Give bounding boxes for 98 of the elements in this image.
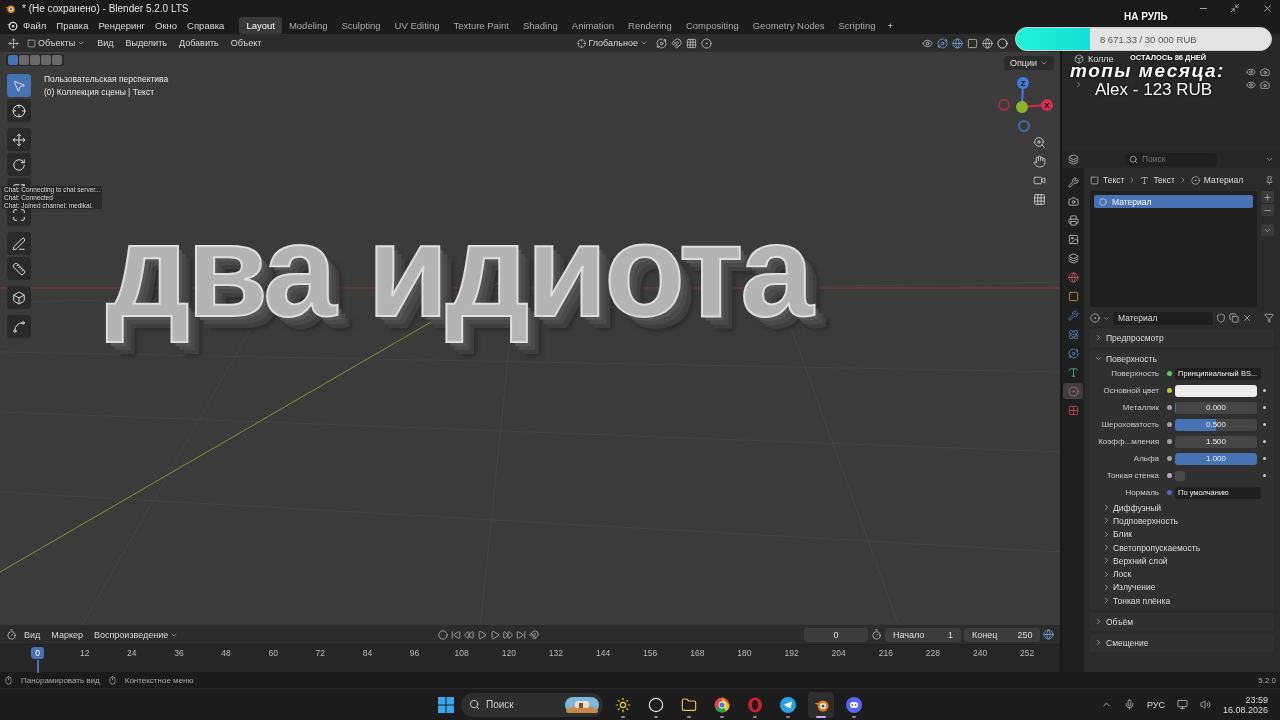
value-slider[interactable]: 1.000 <box>1175 452 1257 465</box>
panel-header[interactable]: Смещение <box>1090 636 1274 650</box>
panel-header[interactable]: Поверхность <box>1090 352 1274 365</box>
workspace-tab[interactable]: Modeling <box>281 16 335 34</box>
material-slot[interactable]: Материал <box>1094 195 1253 208</box>
options-dropdown[interactable]: Опции <box>1003 56 1054 70</box>
menu-item[interactable]: Вид <box>20 628 45 641</box>
breadcrumb-item: Материал <box>1203 175 1244 185</box>
subpanel-header[interactable]: Тонкая плёнка <box>1090 594 1274 608</box>
playhead[interactable]: 0 <box>31 647 44 659</box>
subpanel-header[interactable]: Блик <box>1090 527 1274 541</box>
workspace-tab[interactable]: Compositing <box>678 16 746 34</box>
frame-tick: 12 <box>78 647 91 660</box>
workspace-tab[interactable]: Rendering <box>621 16 679 34</box>
property-label: Шероховатость <box>1100 420 1160 429</box>
frame-tick: 216 <box>877 647 894 660</box>
property-label: Тонкая стенка <box>1105 471 1160 480</box>
workspace-tab[interactable]: Sculpting <box>334 16 388 34</box>
panel-header[interactable]: Объём <box>1090 615 1274 629</box>
workspace-tab[interactable]: Shading <box>515 16 565 34</box>
number-field[interactable]: 1.500 <box>1175 435 1257 448</box>
menu-item[interactable]: Добавить <box>174 37 223 49</box>
goal-title: НА РУЛЬ <box>1124 11 1168 22</box>
frame-tick: 132 <box>547 647 565 660</box>
frame-tick: 36 <box>173 647 185 660</box>
workspace-tab[interactable]: Scripting <box>831 16 883 34</box>
add-workspace-button[interactable]: + <box>882 17 899 33</box>
status-hint: Контекстное меню <box>124 675 194 685</box>
breadcrumb-item: Текст <box>1153 175 1175 185</box>
menu-item[interactable]: Рендеринг <box>93 17 151 33</box>
frame-tick: 192 <box>783 647 800 660</box>
playback-dropdown[interactable]: Воспроизведение <box>89 628 183 641</box>
extruded-3d-text: два идиота <box>105 202 814 346</box>
panel-header[interactable]: Предпросмотр <box>1090 331 1274 344</box>
frame-tick: 72 <box>314 647 327 660</box>
frame-tick: 84 <box>361 647 374 660</box>
material-name-field[interactable]: Материал <box>1113 311 1213 325</box>
status-hint: Панорамировать вид <box>21 675 100 685</box>
frame-tick: 252 <box>1019 647 1036 660</box>
frame-tick: 120 <box>500 647 517 660</box>
search-field[interactable]: Поиск <box>1125 152 1217 166</box>
frame-tick: 60 <box>267 647 279 660</box>
frame-tick: 48 <box>220 647 232 660</box>
menu-item[interactable]: Правка <box>51 17 94 33</box>
workspace-tab[interactable]: Texture Paint <box>446 16 516 34</box>
value-slider[interactable]: 0.500 <box>1175 418 1257 431</box>
menu-item[interactable]: Файл <box>18 17 52 33</box>
property-label: Основной цвет <box>1102 386 1160 395</box>
frame-tick: 24 <box>126 647 138 660</box>
frame-tick: 204 <box>830 647 847 660</box>
progress-amount: 8 671.33 / 30 000 RUB <box>1099 33 1197 45</box>
frame-tick: 228 <box>924 647 942 660</box>
workspace-tab[interactable]: Geometry Nodes <box>745 16 832 34</box>
menu-item[interactable]: Объект <box>226 37 266 49</box>
workspace-tab[interactable]: Layout <box>239 16 282 34</box>
subpanel-header[interactable]: Светопропускаемость <box>1090 540 1274 555</box>
value-slider[interactable]: 0.000 <box>1175 401 1257 414</box>
frame-tick: 156 <box>642 647 659 660</box>
current-frame-field[interactable]: 0 <box>804 627 868 642</box>
menu-item[interactable]: Окно <box>150 17 183 33</box>
frame-tick: 240 <box>971 647 989 660</box>
menu-item[interactable]: Справка <box>182 17 230 33</box>
view-name: Пользовательская перспектива <box>44 74 169 84</box>
workspace-tab[interactable]: UV Editing <box>387 16 447 34</box>
subpanel-header[interactable]: Подповерхность <box>1090 514 1274 528</box>
frame-tick: 144 <box>594 647 612 660</box>
property-label: Поверхность <box>1110 369 1160 378</box>
start-frame-field[interactable]: Начало 1 <box>885 627 961 642</box>
language-indicator[interactable]: РУС <box>1146 699 1165 710</box>
frame-tick: 96 <box>408 647 421 660</box>
subpanel-header[interactable]: Лоск <box>1090 567 1274 581</box>
menu-item[interactable]: Маркер <box>47 628 87 641</box>
property-label: Нормаль <box>1124 488 1160 497</box>
mode-dropdown[interactable]: Объекты <box>23 37 90 49</box>
end-frame-field[interactable]: Конец 250 <box>964 627 1040 642</box>
menu-item[interactable]: Выделить <box>121 37 171 49</box>
frame-tick: 168 <box>689 647 706 660</box>
axis-gizmo[interactable]: Z X <box>995 74 1057 134</box>
subpanel-header[interactable]: Верхний слой <box>1090 554 1274 568</box>
workspace-tab[interactable]: Animation <box>564 16 622 34</box>
property-label: Коэфф...мления <box>1097 437 1160 446</box>
clock-time: 23:59 <box>1245 694 1268 705</box>
top-donor-entry: Alex - 123 RUB <box>1095 80 1213 100</box>
clock-date: 16.08.2026 <box>1222 704 1268 715</box>
outliner-item[interactable]: Колле <box>1088 53 1114 64</box>
breadcrumb-item: Текст <box>1103 175 1125 185</box>
property-label: Металлик <box>1121 403 1160 412</box>
subpanel-header[interactable]: Излучение <box>1090 580 1274 595</box>
taskbar-search-field[interactable]: Поиск <box>461 692 603 717</box>
orientation-dropdown[interactable]: Глобальное <box>573 37 652 49</box>
version-label: 5.2.0 <box>1258 675 1276 685</box>
scene-context: (0) Коллекция сцены | Текст <box>44 87 156 97</box>
window-title: * (Не сохранено) - Blender 5.2.0 LTS <box>22 2 190 14</box>
frame-tick: 180 <box>736 647 753 660</box>
property-label: Альфа <box>1132 454 1160 463</box>
menu-item[interactable]: Вид <box>93 37 118 49</box>
subpanel-header[interactable]: Диффузный <box>1090 501 1274 515</box>
frame-tick: 108 <box>453 647 470 660</box>
